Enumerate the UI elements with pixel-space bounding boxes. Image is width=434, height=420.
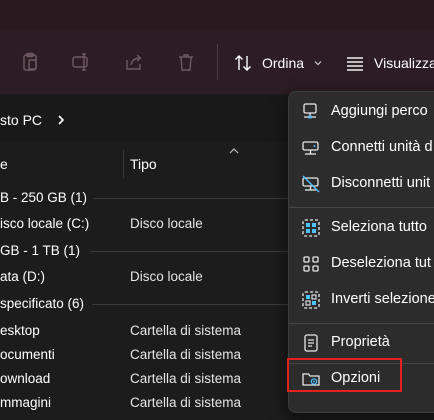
- paste-button[interactable]: [15, 47, 45, 77]
- column-divider[interactable]: [123, 150, 124, 178]
- add-network-location-icon: [303, 103, 317, 119]
- paste-icon: [23, 52, 37, 71]
- highlight-box: [287, 358, 402, 392]
- menu-item-invert-selection[interactable]: Inverti selezione: [289, 282, 434, 318]
- chevron-down-icon: [314, 61, 322, 66]
- menu-item-label: Proprietà: [331, 334, 390, 350]
- disconnect-network-drive-icon: [302, 175, 320, 193]
- row-type: Disco locale: [130, 216, 203, 231]
- view-label: Visualizza: [374, 55, 434, 71]
- command-bar: Ordina Visualizza: [0, 30, 434, 94]
- select-all-icon: [302, 219, 320, 237]
- menu-item-label: Connetti unità d: [331, 139, 433, 155]
- title-bar: [0, 0, 434, 30]
- menu-separator: [289, 323, 434, 324]
- invert-selection-icon: [302, 291, 320, 309]
- row-type: Disco locale: [130, 269, 203, 284]
- group-header[interactable]: GB - 1 TB (1): [0, 243, 80, 258]
- row-name: isco locale (C:): [0, 216, 90, 231]
- sort-label: Ordina: [262, 55, 305, 71]
- sort-caret-icon: [229, 148, 239, 154]
- delete-button[interactable]: [171, 47, 201, 77]
- menu-item-label: Deseleziona tut: [331, 255, 431, 271]
- trash-icon: [179, 54, 193, 71]
- share-icon: [126, 54, 142, 70]
- column-name-header[interactable]: e: [0, 156, 8, 172]
- rename-icon: [72, 53, 88, 71]
- row-name: mmagini: [0, 395, 52, 410]
- select-none-icon: [303, 256, 319, 272]
- group-divider: [92, 304, 288, 305]
- share-button[interactable]: [119, 47, 149, 77]
- view-list-icon: [347, 57, 363, 71]
- breadcrumb-current[interactable]: sto PC: [0, 112, 42, 128]
- sort-button[interactable]: Ordina: [233, 50, 323, 76]
- row-name: ocumenti: [0, 347, 55, 362]
- row-name: ata (D:): [0, 269, 46, 284]
- row-name: ownload: [0, 371, 51, 386]
- sort-icon: [235, 55, 251, 71]
- group-divider: [94, 198, 288, 199]
- menu-item-add-network-location[interactable]: Aggiungi perco: [289, 94, 434, 130]
- column-type-header[interactable]: Tipo: [130, 156, 157, 172]
- map-network-drive-icon: [302, 141, 319, 155]
- group-header[interactable]: B - 250 GB (1): [0, 190, 87, 205]
- view-button[interactable]: Visualizza: [345, 50, 434, 76]
- chevron-right-icon[interactable]: [56, 114, 66, 126]
- properties-icon: [304, 334, 318, 352]
- row-type: Cartella di sistema: [130, 323, 242, 338]
- menu-item-label: Aggiungi perco: [331, 103, 428, 119]
- menu-item-label: Inverti selezione: [331, 291, 434, 307]
- menu-item-disconnect-network-drive[interactable]: Disconnetti unit: [289, 166, 434, 202]
- menu-item-select-none[interactable]: Deseleziona tut: [289, 246, 434, 282]
- menu-item-map-network-drive[interactable]: Connetti unità d: [289, 130, 434, 166]
- menu-item-label: Disconnetti unit: [331, 175, 431, 191]
- breadcrumb[interactable]: sto PC: [0, 112, 66, 128]
- row-type: Cartella di sistema: [130, 371, 242, 386]
- group-divider: [90, 251, 288, 252]
- row-type: Cartella di sistema: [130, 347, 242, 362]
- menu-item-select-all[interactable]: Seleziona tutto: [289, 210, 434, 246]
- menu-separator: [289, 207, 434, 208]
- toolbar-separator: [217, 44, 218, 80]
- row-name: esktop: [0, 323, 40, 338]
- group-header[interactable]: specificato (6): [0, 296, 84, 311]
- menu-item-properties[interactable]: Proprietà: [289, 325, 434, 361]
- row-type: Cartella di sistema: [130, 395, 242, 410]
- menu-item-label: Seleziona tutto: [331, 219, 427, 235]
- rename-button[interactable]: [66, 47, 96, 77]
